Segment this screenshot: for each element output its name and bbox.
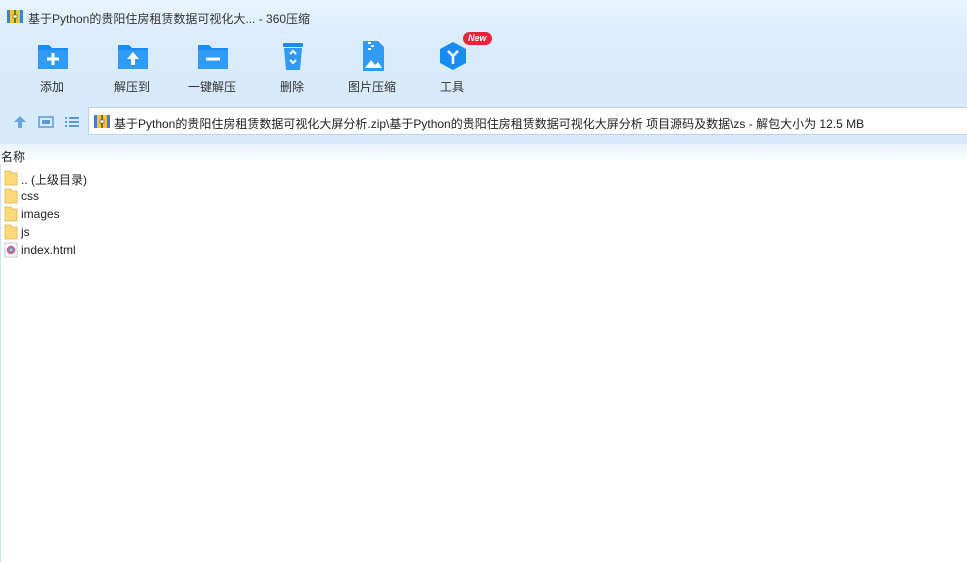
- archive-icon: [94, 115, 110, 128]
- image-compress-icon: [363, 41, 384, 71]
- file-name: index.html: [21, 243, 76, 257]
- file-list-header: 名称: [0, 144, 967, 164]
- up-arrow-icon[interactable]: [11, 113, 29, 131]
- path-text: 基于Python的贵阳住房租赁数据可视化大屏分析.zip\基于Python的贵阳…: [114, 117, 865, 131]
- list-item-images[interactable]: images: [0, 205, 967, 223]
- one-click-extract-button[interactable]: 一键解压: [172, 34, 252, 100]
- image-compress-button[interactable]: 图片压缩: [332, 34, 412, 100]
- tools-label: 工具: [439, 80, 464, 94]
- file-name: images: [21, 207, 60, 221]
- thumbnail-view-icon[interactable]: [37, 113, 55, 131]
- new-badge: New: [463, 32, 492, 45]
- list-item-index-html[interactable]: index.html: [0, 241, 967, 259]
- folder-icon: [4, 206, 18, 222]
- path-field[interactable]: 基于Python的贵阳住房租赁数据可视化大屏分析.zip\基于Python的贵阳…: [88, 107, 967, 135]
- folder-icon: [4, 188, 18, 204]
- folder-icon: [4, 224, 18, 240]
- file-name: css: [21, 189, 39, 203]
- tools-cube-icon: [440, 42, 466, 70]
- archive-app-icon: [7, 10, 23, 23]
- image-compress-label: 图片压缩: [347, 80, 396, 94]
- folder-icon: [4, 170, 18, 186]
- add-label: 添加: [39, 80, 64, 94]
- one-click-extract-label: 一键解压: [187, 80, 236, 94]
- delete-button[interactable]: 删除: [252, 34, 332, 100]
- tools-button[interactable]: New 工具: [412, 32, 492, 100]
- extract-to-label: 解压到: [113, 80, 150, 94]
- file-list: .. (上级目录) css images js index.html: [0, 169, 967, 259]
- add-folder-icon: [38, 45, 68, 69]
- list-view-icon[interactable]: [63, 113, 81, 131]
- one-click-extract-icon: [198, 45, 228, 69]
- extract-folder-icon: [118, 45, 148, 69]
- html-file-icon: [4, 242, 18, 258]
- toolbar: 添加 解压到 一键解压 删除 图片压缩 New 工具: [0, 32, 967, 100]
- extract-to-button[interactable]: 解压到: [92, 34, 172, 100]
- address-bar: 基于Python的贵阳住房租赁数据可视化大屏分析.zip\基于Python的贵阳…: [0, 100, 967, 144]
- title-bar: 基于Python的贵阳住房租赁数据可视化大... - 360压缩: [0, 0, 967, 34]
- list-item-css[interactable]: css: [0, 187, 967, 205]
- add-button[interactable]: 添加: [12, 34, 92, 100]
- file-name: js: [21, 225, 30, 239]
- column-header-name[interactable]: 名称: [1, 148, 25, 165]
- list-item-parent-dir[interactable]: .. (上级目录): [0, 169, 967, 187]
- recycle-bin-icon: [283, 43, 303, 70]
- file-name: .. (上级目录): [21, 173, 87, 187]
- window-title: 基于Python的贵阳住房租赁数据可视化大... - 360压缩: [28, 12, 311, 26]
- list-item-js[interactable]: js: [0, 223, 967, 241]
- delete-label: 删除: [279, 80, 304, 94]
